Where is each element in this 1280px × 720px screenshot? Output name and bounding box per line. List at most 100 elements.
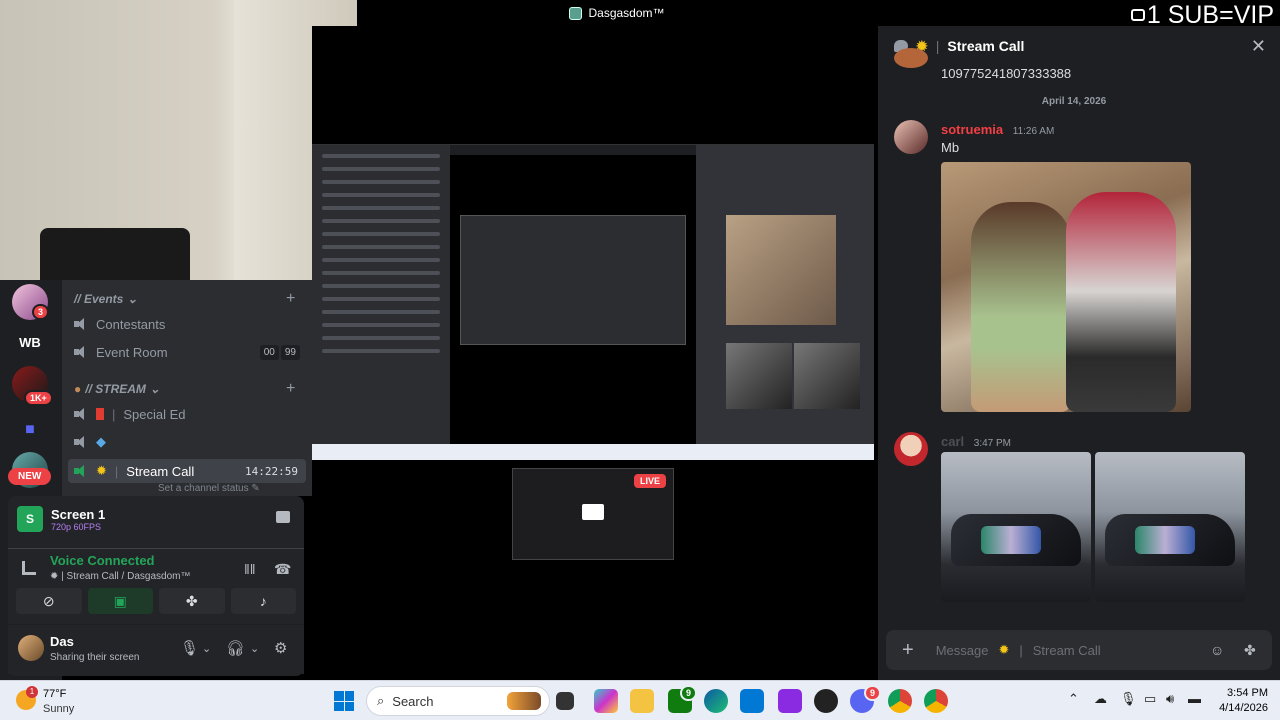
channel-special-ed[interactable]: | Special Ed bbox=[74, 402, 300, 426]
date-divider: April 14, 2026 bbox=[1041, 96, 1107, 107]
search-highlight-icon bbox=[507, 692, 541, 710]
edge-icon[interactable] bbox=[704, 689, 728, 713]
webcam-feed bbox=[0, 0, 357, 280]
task-view-icon[interactable] bbox=[556, 692, 574, 710]
stream-view[interactable]: LIVE bbox=[312, 26, 874, 680]
temperature: 77°F bbox=[43, 688, 67, 700]
voice-controls: ⊘ ▣ ✤ ♪ bbox=[16, 588, 296, 618]
connection-signal-icon[interactable] bbox=[22, 561, 36, 575]
app-icon-purple[interactable] bbox=[778, 689, 802, 713]
chevron-up-icon[interactable]: ⌃ bbox=[1068, 691, 1079, 707]
channel-stream-call[interactable]: ✹ | Stream Call 14:22:59 bbox=[68, 459, 306, 483]
screen-share-row[interactable]: S Screen 1 720p 60FPS bbox=[8, 496, 304, 542]
server-badge-2: 1K+ bbox=[24, 390, 53, 406]
chat-channel-name: Stream Call bbox=[947, 38, 1025, 54]
nested-car-image bbox=[726, 343, 792, 409]
user-area: Das Sharing their screen 🎙︎ ⌄ 🎧︎ ⌄ ⚙ bbox=[8, 624, 304, 674]
separator: | bbox=[935, 38, 940, 54]
category-stream[interactable]: ● // STREAM ⌄ + bbox=[74, 380, 295, 397]
diamond-icon: ◆ bbox=[96, 434, 106, 449]
battery-icon[interactable]: ▬ bbox=[1188, 691, 1201, 706]
chevron-down-icon[interactable]: ⌄ bbox=[250, 642, 259, 655]
nested-chat bbox=[696, 145, 874, 445]
taskbar-search[interactable]: ⌕ Search bbox=[366, 686, 550, 716]
clock[interactable]: 3:54 PM 4/14/2026 bbox=[1219, 686, 1268, 716]
new-unreads-pill[interactable]: NEW bbox=[8, 468, 52, 485]
disconnect-icon[interactable]: ☎ bbox=[274, 561, 291, 578]
user-status: Sharing their screen bbox=[50, 652, 140, 663]
user-limit-counter: 00 99 bbox=[258, 344, 300, 360]
chrome-icon-2[interactable] bbox=[924, 689, 948, 713]
avatar[interactable] bbox=[894, 120, 928, 154]
webcam-chair bbox=[40, 228, 190, 280]
chat-panel: ✹ | Stream Call ✕ 109775241807333388 Apr… bbox=[878, 26, 1280, 680]
headphones-icon[interactable]: 🎧︎ bbox=[226, 639, 245, 657]
message-composer[interactable]: + Message ✹ | Stream Call ☺ ✤ bbox=[886, 630, 1272, 670]
image-figure bbox=[971, 202, 1071, 412]
windows-start-icon[interactable] bbox=[334, 691, 354, 711]
store-icon[interactable] bbox=[740, 689, 764, 713]
volume-icon[interactable]: 🔊︎ bbox=[1166, 691, 1174, 707]
search-icon: ⌕ bbox=[377, 693, 385, 708]
voice-location-text: Stream Call / Dasgasdom™ bbox=[66, 571, 191, 582]
message-image[interactable] bbox=[941, 452, 1091, 602]
message-author[interactable]: sotruemia 11:26 AM bbox=[941, 122, 1054, 137]
nested-car-image-2 bbox=[794, 343, 860, 409]
speaker-icon bbox=[74, 464, 88, 478]
separator: | bbox=[112, 406, 116, 422]
speaker-icon bbox=[74, 345, 88, 359]
avatar[interactable] bbox=[894, 48, 928, 68]
stop-stream-icon[interactable] bbox=[276, 511, 290, 523]
set-channel-status[interactable]: Set a channel status ✎ bbox=[158, 483, 260, 494]
channel-special-ed-label: Special Ed bbox=[123, 406, 186, 422]
message-author[interactable]: carl 3:47 PM bbox=[941, 434, 1011, 449]
copilot-icon[interactable] bbox=[594, 689, 618, 713]
channel-diamond[interactable]: ◆ bbox=[74, 430, 300, 454]
speaker-icon bbox=[74, 317, 88, 331]
avatar[interactable] bbox=[18, 635, 44, 661]
network-icon[interactable]: ▭ bbox=[1144, 691, 1156, 707]
separator: | bbox=[114, 463, 119, 479]
soundboard-button[interactable]: ♪ bbox=[230, 588, 296, 614]
car-decal bbox=[1135, 526, 1195, 554]
previous-message: 109775241807333388 bbox=[941, 66, 1072, 81]
server-badge: 3 bbox=[32, 304, 50, 320]
chrome-icon[interactable] bbox=[888, 689, 912, 713]
chevron-down-icon[interactable]: ⌄ bbox=[202, 642, 211, 655]
apps-icon[interactable]: ✤ bbox=[1244, 642, 1256, 659]
avatar[interactable] bbox=[894, 432, 928, 466]
activities-button[interactable]: ✤ bbox=[159, 588, 225, 614]
message-image[interactable] bbox=[1095, 452, 1245, 602]
cloud-icon[interactable]: ☁ bbox=[1094, 691, 1107, 707]
microphone-icon[interactable]: 🎙︎ bbox=[180, 639, 199, 657]
gear-icon[interactable]: ⚙ bbox=[274, 639, 287, 657]
folder-icon[interactable]: ■ bbox=[12, 412, 48, 448]
server-wb[interactable]: WB bbox=[12, 324, 48, 360]
screen-share-button[interactable]: ▣ bbox=[87, 588, 153, 614]
image-figure bbox=[1066, 192, 1176, 412]
camera-off-button[interactable]: ⊘ bbox=[16, 588, 82, 614]
stream-window-title: Dasgasdom™ bbox=[357, 0, 877, 26]
car-decal bbox=[981, 526, 1041, 554]
message-image[interactable] bbox=[941, 162, 1191, 412]
call-timer: 14:22:59 bbox=[245, 464, 298, 478]
cookie-icon: ● bbox=[74, 382, 82, 396]
nested-main bbox=[450, 155, 696, 445]
emoji-icon[interactable]: ☺ bbox=[1210, 642, 1224, 658]
noise-suppression-icon[interactable]: ǁǁ bbox=[244, 561, 256, 577]
attach-icon[interactable]: + bbox=[902, 639, 914, 662]
obs-icon[interactable] bbox=[814, 689, 838, 713]
file-explorer-icon[interactable] bbox=[630, 689, 654, 713]
search-label: Search bbox=[392, 693, 434, 709]
add-channel-icon[interactable]: + bbox=[286, 380, 295, 398]
microphone-icon[interactable]: 🎙︎ bbox=[1120, 691, 1137, 707]
counter-current: 00 bbox=[259, 344, 279, 360]
add-channel-icon[interactable]: + bbox=[286, 290, 295, 308]
channel-contestants[interactable]: Contestants bbox=[74, 312, 300, 336]
channel-event-room[interactable]: Event Room 00 99 bbox=[74, 340, 300, 364]
category-events[interactable]: // Events ⌄ + bbox=[74, 290, 295, 307]
weather-condition: Sunny bbox=[43, 703, 75, 715]
message-timestamp: 3:47 PM bbox=[973, 438, 1012, 449]
close-icon[interactable]: ✕ bbox=[1251, 36, 1266, 57]
sun-icon: ✹ bbox=[998, 642, 1010, 657]
